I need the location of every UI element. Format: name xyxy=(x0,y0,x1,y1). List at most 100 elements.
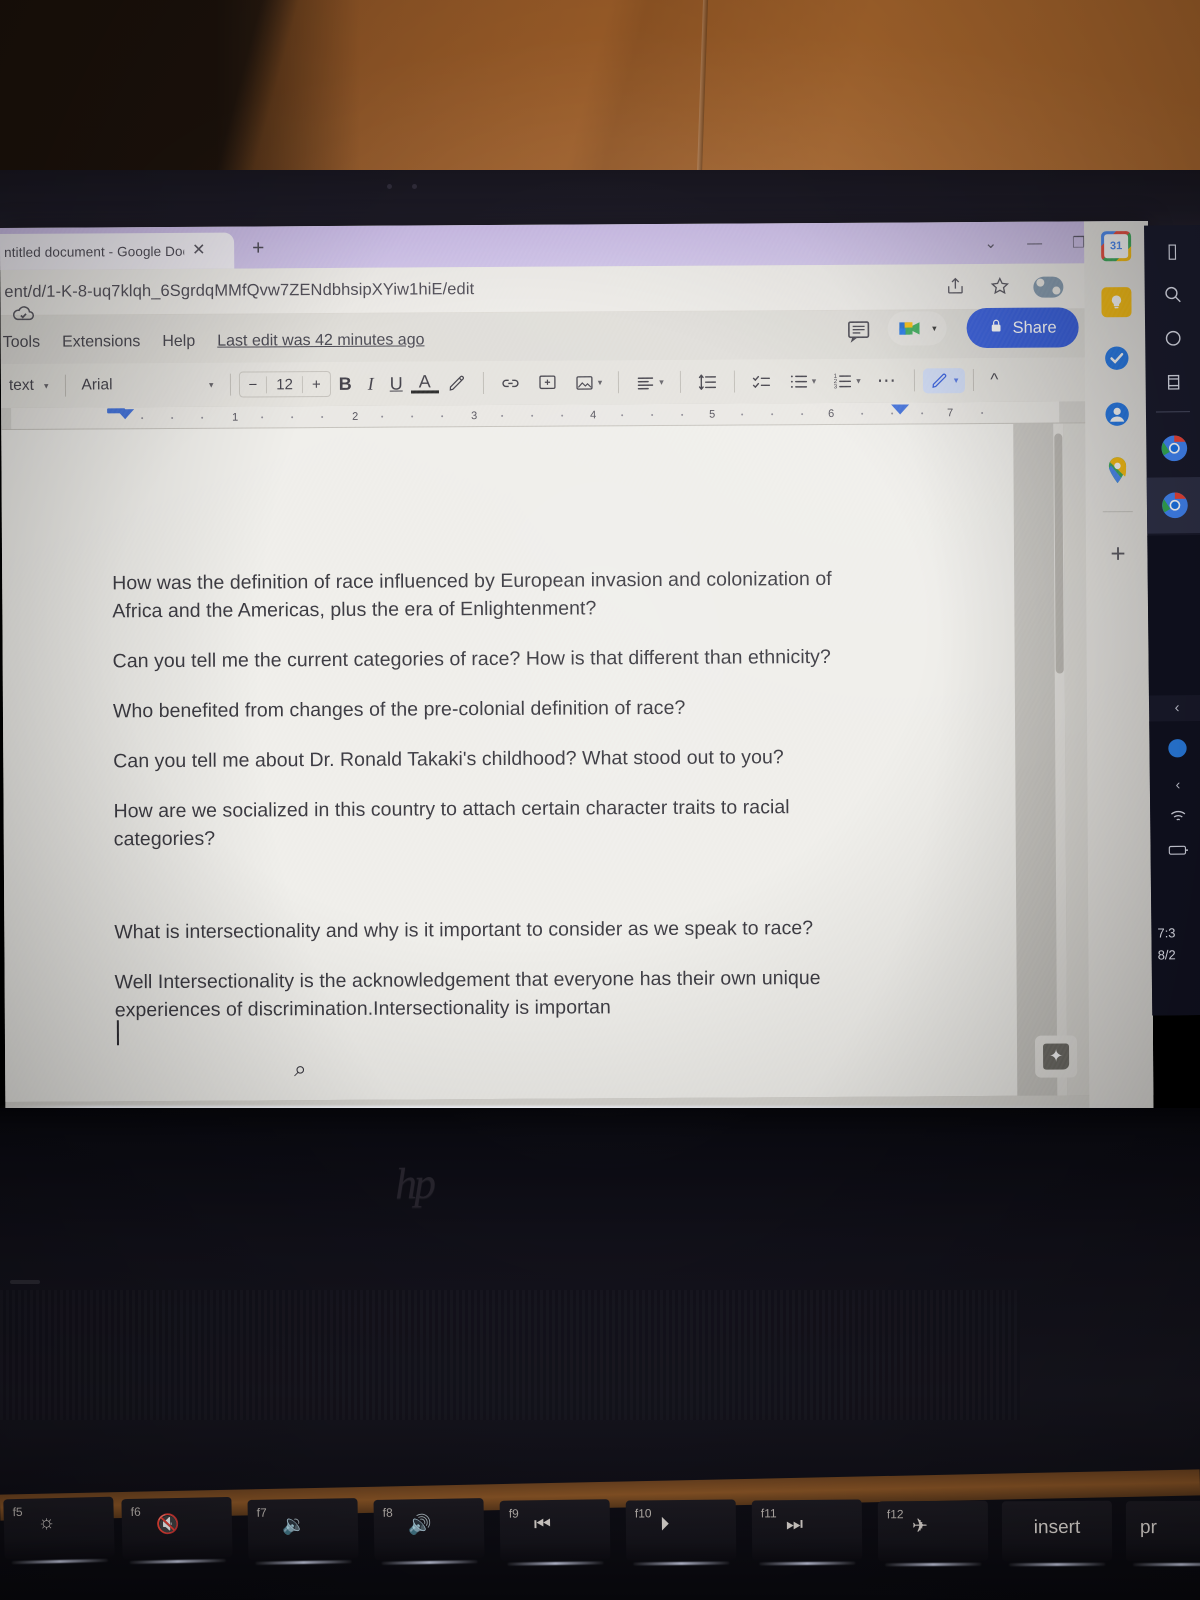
key-print-screen[interactable]: pr xyxy=(1125,1500,1200,1562)
italic-button[interactable]: I xyxy=(360,373,382,394)
font-size-stepper[interactable]: − 12 + xyxy=(238,370,331,398)
chevron-down-icon[interactable]: ▾ xyxy=(856,375,861,386)
key-f11[interactable]: f11 ⏭ xyxy=(751,1499,863,1561)
key-f8[interactable]: f8 🔊 xyxy=(373,1498,485,1560)
widgets-icon[interactable] xyxy=(1145,365,1200,400)
menu-extensions[interactable]: Extensions xyxy=(62,333,140,351)
paragraph: Well Intersectionality is the acknowledg… xyxy=(114,966,821,1022)
taskbar-clock-date[interactable]: 8/2 xyxy=(1158,947,1176,962)
google-meet-button[interactable]: ▾ xyxy=(887,311,947,346)
left-indent-triangle[interactable] xyxy=(116,409,135,420)
google-calendar-icon[interactable]: 31 xyxy=(1101,231,1132,262)
chrome-app-icon[interactable] xyxy=(1146,425,1200,472)
share-button[interactable]: Share xyxy=(966,307,1079,349)
insert-link-icon[interactable] xyxy=(492,372,529,393)
chevron-down-icon[interactable]: ▾ xyxy=(812,376,817,387)
wifi-icon[interactable] xyxy=(1150,803,1200,830)
numbered-list-icon[interactable]: 123 ▾ xyxy=(824,370,869,391)
svg-text:3: 3 xyxy=(834,383,838,390)
comment-history-icon[interactable] xyxy=(846,318,870,343)
chevron-down-icon[interactable]: ▾ xyxy=(659,376,664,387)
font-size-increase-button[interactable]: + xyxy=(303,375,330,393)
google-keep-icon[interactable] xyxy=(1101,287,1132,318)
bulleted-list-icon[interactable]: ▾ xyxy=(780,370,825,391)
chevron-down-icon[interactable]: ▾ xyxy=(932,323,937,334)
volume-up-icon: 🔊 xyxy=(407,1514,432,1537)
add-comment-icon[interactable] xyxy=(529,372,566,393)
scrollbar-thumb[interactable] xyxy=(1054,433,1064,674)
search-icon[interactable] xyxy=(1145,277,1200,312)
volume-down-icon: 🔉 xyxy=(281,1514,306,1537)
battery-icon[interactable] xyxy=(1150,837,1200,864)
font-family-value: Arial xyxy=(81,376,113,394)
docs-menu-bar: Tools Extensions Help Last edit was 42 m… xyxy=(1,331,425,352)
line-spacing-icon[interactable] xyxy=(689,371,726,392)
key-f10[interactable]: f10 ⏵ xyxy=(625,1499,737,1561)
onedrive-icon[interactable] xyxy=(1149,731,1200,766)
close-icon[interactable]: ✕ xyxy=(192,242,206,259)
highlight-pen-icon[interactable] xyxy=(439,373,475,393)
start-menu-icon[interactable]: ▯ xyxy=(1144,233,1200,268)
text-color-button[interactable]: A xyxy=(410,371,439,394)
extensions-toggle-icon[interactable] xyxy=(1032,276,1063,298)
paragraph: How are we socialized in this country to… xyxy=(113,796,790,851)
paragraph: Can you tell me the current categories o… xyxy=(112,646,831,673)
key-insert[interactable]: insert xyxy=(1001,1500,1113,1562)
bold-button[interactable]: B xyxy=(331,373,360,394)
paragraph-style-select[interactable]: text ▾ xyxy=(1,377,57,395)
key-f5[interactable]: f5 ☼ xyxy=(3,1496,115,1560)
last-edit-status[interactable]: Last edit was 42 minutes ago xyxy=(217,331,424,350)
previous-track-icon: ⏮ xyxy=(533,1514,552,1536)
chevron-down-icon[interactable]: ▾ xyxy=(598,377,603,388)
windows-taskbar: ▯ ‹ ‹ 7:3 8/2 xyxy=(1144,225,1200,1016)
chevron-down-icon[interactable]: ⌄ xyxy=(984,234,997,251)
font-size-input[interactable]: 12 xyxy=(266,375,303,393)
paragraph: Who benefited from changes of the pre-co… xyxy=(112,697,686,723)
task-view-icon[interactable] xyxy=(1145,321,1200,356)
font-family-select[interactable]: Arial ▾ xyxy=(73,376,221,395)
google-maps-icon[interactable] xyxy=(1102,455,1132,485)
ruler-mark: 5 xyxy=(709,408,716,421)
right-indent-marker[interactable] xyxy=(891,404,910,415)
document-canvas: How was the definition of race influence… xyxy=(1,422,1154,1102)
active-app-highlight[interactable] xyxy=(1146,476,1200,534)
google-tasks-icon[interactable] xyxy=(1102,343,1132,373)
browser-tab[interactable]: ntitled document - Google Doc ✕ xyxy=(0,232,235,271)
google-side-panel: 31 + xyxy=(1083,220,1154,1112)
bookmark-star-icon[interactable] xyxy=(989,276,1011,298)
menu-tools[interactable]: Tools xyxy=(3,334,40,352)
document-text-body[interactable]: How was the definition of race influence… xyxy=(1,424,1017,1102)
document-page[interactable]: How was the definition of race influence… xyxy=(1,423,1018,1102)
share-icon[interactable] xyxy=(945,276,967,298)
add-app-button[interactable]: + xyxy=(1110,538,1125,569)
gemini-assist-button[interactable]: ✦ xyxy=(1034,1035,1078,1078)
key-f9[interactable]: f9 ⏮ xyxy=(499,1499,611,1561)
google-contacts-icon[interactable] xyxy=(1102,399,1132,429)
ruler-mark: 1 xyxy=(232,411,239,424)
collapse-toolbar-icon[interactable]: ^ xyxy=(982,370,1006,390)
editing-mode-button[interactable]: ▾ xyxy=(922,367,966,393)
taskbar-clock-time[interactable]: 7:3 xyxy=(1157,925,1175,940)
menu-help[interactable]: Help xyxy=(162,333,195,351)
align-left-icon[interactable]: ▾ xyxy=(627,371,672,392)
key-label: f11 xyxy=(760,1506,777,1521)
font-size-decrease-button[interactable]: − xyxy=(239,376,266,393)
key-f7[interactable]: f7 🔉 xyxy=(247,1498,359,1560)
chevron-down-icon[interactable]: ▾ xyxy=(954,375,959,386)
insert-image-icon[interactable]: ▾ xyxy=(566,372,611,393)
checklist-icon[interactable] xyxy=(743,371,780,392)
key-label: f9 xyxy=(508,1506,519,1521)
key-label: insert xyxy=(1033,1516,1081,1539)
key-f12[interactable]: f12 ✈ xyxy=(877,1500,989,1562)
browser-title-bar: ntitled document - Google Doc ✕ + ⌄ — ❐ … xyxy=(0,220,1149,271)
minimize-icon[interactable]: — xyxy=(1027,234,1042,251)
divider xyxy=(482,372,484,395)
taskbar-collapse-icon[interactable]: ‹ xyxy=(1149,695,1200,720)
more-options-icon[interactable]: ⋯ xyxy=(869,369,906,392)
new-tab-button[interactable]: + xyxy=(252,236,264,259)
tray-expand-icon[interactable]: ‹ xyxy=(1150,771,1200,798)
key-label: f6 xyxy=(130,1504,141,1519)
underline-button[interactable]: U xyxy=(382,373,411,394)
key-f6[interactable]: f6 🔇 xyxy=(121,1496,233,1560)
ruler-mark: 4 xyxy=(590,409,597,422)
